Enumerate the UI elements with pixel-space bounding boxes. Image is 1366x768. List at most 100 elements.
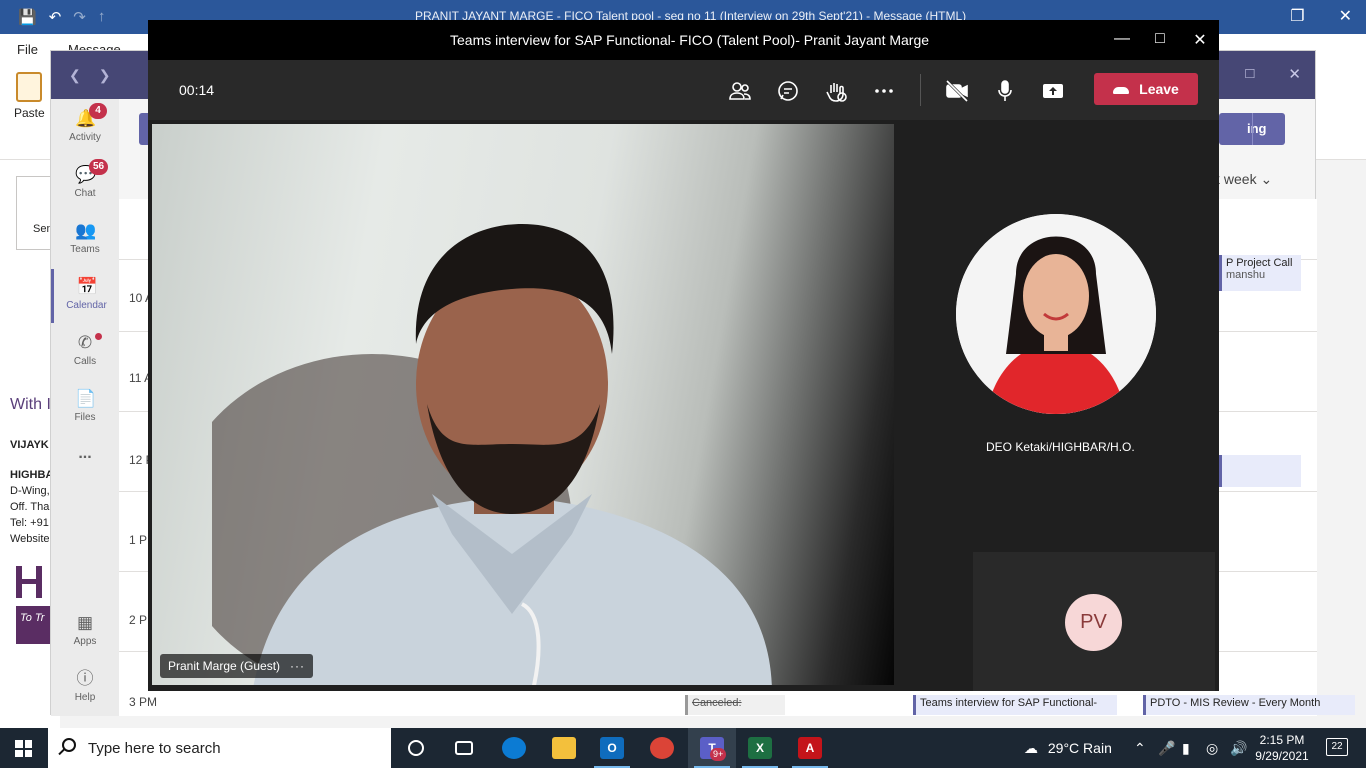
participant-avatar-photo[interactable] xyxy=(956,214,1156,414)
event-project-call[interactable]: P Project Call manshu xyxy=(1219,255,1301,291)
leave-label: Leave xyxy=(1139,81,1179,97)
initials-avatar: PV xyxy=(1065,594,1122,651)
toolbar-divider xyxy=(920,74,921,106)
clipboard-icon xyxy=(16,72,42,102)
save-icon[interactable]: 💾 xyxy=(18,8,37,26)
excel-icon[interactable]: X xyxy=(736,728,784,768)
app-rail: 🔔 4 Activity 💬 56 Chat 👥 Teams 📅 Calenda… xyxy=(51,99,119,716)
microphone-icon[interactable] xyxy=(991,77,1019,105)
close-icon[interactable]: ✕ xyxy=(1188,30,1212,50)
teams-taskbar-icon[interactable]: T 9+ xyxy=(688,728,736,768)
rail-teams[interactable]: 👥 Teams xyxy=(51,213,119,267)
rail-apps[interactable]: ▦ Apps xyxy=(51,605,119,659)
event-title: P Project Call xyxy=(1226,257,1293,269)
view-selector[interactable]: k week ⌄ xyxy=(1213,171,1272,188)
battery-icon[interactable]: ▮ xyxy=(1182,728,1190,768)
event-teams-interview[interactable]: Teams interview for SAP Functional- xyxy=(913,695,1117,715)
acrobat-icon[interactable]: A xyxy=(786,728,834,768)
edge-icon[interactable] xyxy=(490,728,538,768)
windows-taskbar: Type here to search O T 9+ X A ☁ 29°C Ra… xyxy=(0,728,1366,768)
rail-more[interactable]: ... xyxy=(51,445,119,499)
microphone-icon[interactable]: 🎤 xyxy=(1158,728,1175,768)
leave-button[interactable]: Leave xyxy=(1094,73,1198,105)
raise-hand-icon[interactable] xyxy=(822,77,850,105)
signature-block: VIJAYK HIGHBA D-Wing, Off. Tha Tel: +91 … xyxy=(10,437,53,547)
rail-label: Calendar xyxy=(66,300,107,311)
rail-label: Help xyxy=(74,692,96,703)
teams-icon: 👥 xyxy=(75,221,97,240)
up-icon[interactable]: ↑ xyxy=(98,8,106,26)
rain-cloud-icon: ☁ xyxy=(1024,740,1038,756)
weather-widget[interactable]: ☁ 29°C Rain xyxy=(1024,728,1112,768)
rail-chat[interactable]: 💬 56 Chat xyxy=(51,157,119,211)
search-placeholder: Type here to search xyxy=(88,740,221,757)
share-screen-icon[interactable] xyxy=(1039,77,1067,105)
close-icon[interactable]: ✕ xyxy=(1339,6,1352,26)
redo-icon[interactable]: ↷ xyxy=(73,8,86,26)
event-subtitle: manshu xyxy=(1226,269,1266,281)
minimize-icon[interactable]: — xyxy=(1110,30,1134,50)
chevron-down-icon: ⌄ xyxy=(1260,171,1273,187)
file-menu[interactable]: File xyxy=(17,42,38,57)
signature-company: HIGHBA xyxy=(10,469,54,481)
meeting-title: Teams interview for SAP Functional- FICO… xyxy=(450,32,930,48)
forward-icon[interactable]: ❯ xyxy=(99,67,111,84)
rail-label: Activity xyxy=(69,132,101,143)
volume-icon[interactable]: 🔊 xyxy=(1230,728,1247,768)
taskbar-search[interactable]: Type here to search xyxy=(48,728,391,768)
wifi-icon[interactable]: ◎ xyxy=(1206,728,1218,768)
close-icon[interactable]: ✕ xyxy=(1288,65,1301,83)
participant-name: Pranit Marge (Guest) xyxy=(168,659,281,673)
more-options-icon[interactable] xyxy=(870,77,898,105)
system-clock[interactable]: 2:15 PM 9/29/2021 xyxy=(1254,732,1310,764)
start-icon[interactable] xyxy=(15,740,32,757)
file-icon: 📄 xyxy=(75,389,97,408)
weather-text: 29°C Rain xyxy=(1047,740,1112,756)
event-pdto[interactable]: PDTO - MIS Review - Every Month xyxy=(1143,695,1355,715)
rail-calls[interactable]: ✆ Calls xyxy=(51,325,119,379)
cortana-icon[interactable] xyxy=(392,728,440,768)
restore-icon[interactable]: ❐ xyxy=(1290,6,1304,26)
chevron-up-icon[interactable]: ⌃ xyxy=(1134,728,1146,768)
undo-icon[interactable]: ↶ xyxy=(49,8,62,26)
event-block[interactable] xyxy=(1219,455,1301,487)
rail-label: Calls xyxy=(73,356,97,367)
participants-icon[interactable] xyxy=(726,77,754,105)
view-label: k week xyxy=(1213,171,1257,187)
rail-calendar[interactable]: 📅 Calendar xyxy=(51,269,119,323)
participant-name-tag: Pranit Marge (Guest) ··· xyxy=(160,654,314,678)
signature-line: Tel: +91 xyxy=(10,517,49,529)
logo-mark xyxy=(16,566,42,598)
history-nav: ❮ ❯ xyxy=(69,67,110,84)
time-label: 1 P xyxy=(129,533,148,547)
outlook-window-controls: ❐ ✕ xyxy=(1290,6,1352,26)
company-logo: To Tr xyxy=(16,566,50,646)
more-icon[interactable]: ··· xyxy=(290,659,305,673)
rail-help[interactable]: ⓘ Help xyxy=(51,661,119,715)
paste-button[interactable]: Paste xyxy=(14,72,45,120)
rail-files[interactable]: 📄 Files xyxy=(51,381,119,435)
help-icon: ⓘ xyxy=(76,669,94,688)
chat-icon[interactable] xyxy=(774,77,802,105)
event-canceled[interactable]: Canceled: xyxy=(685,695,785,715)
meeting-controls: 00:14 Leave xyxy=(148,60,1219,120)
quick-access-toolbar: 💾 ↶ ↷ ↑ xyxy=(18,8,105,26)
rail-label: Teams xyxy=(70,244,100,255)
file-explorer-icon[interactable] xyxy=(540,728,588,768)
chrome-icon[interactable] xyxy=(638,728,686,768)
rail-activity[interactable]: 🔔 4 Activity xyxy=(51,101,119,155)
meet-now-button[interactable]: ing xyxy=(1219,113,1285,145)
phone-icon: ✆ xyxy=(77,333,93,352)
chat-badge: 56 xyxy=(89,159,109,175)
camera-off-icon[interactable] xyxy=(943,77,971,105)
back-icon[interactable]: ❮ xyxy=(69,67,81,84)
task-view-icon[interactable] xyxy=(440,728,488,768)
participant-tile-pv[interactable]: PV xyxy=(973,552,1215,691)
time-label: 2 P xyxy=(129,613,148,627)
maximize-icon[interactable]: □ xyxy=(1148,30,1172,50)
notifications-icon[interactable]: 22 xyxy=(1326,738,1348,756)
outlook-icon[interactable]: O xyxy=(588,728,636,768)
teams-window-controls: □ ✕ xyxy=(1245,65,1301,83)
maximize-icon[interactable]: □ xyxy=(1245,65,1254,83)
main-video-tile[interactable]: Pranit Marge (Guest) ··· xyxy=(152,124,894,685)
